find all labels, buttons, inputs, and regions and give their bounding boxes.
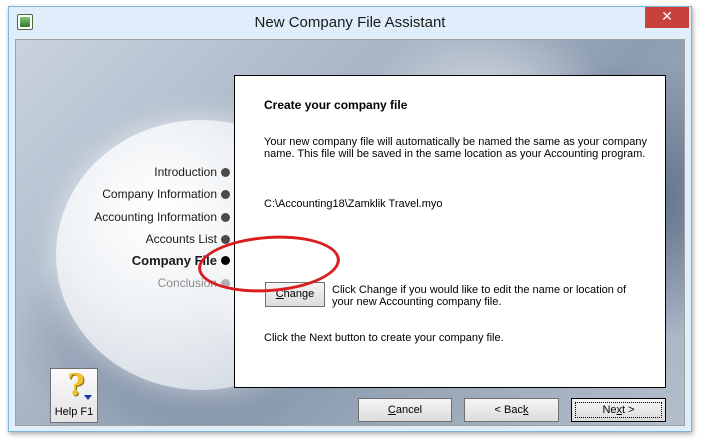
change-label-rest: hange [283, 288, 315, 300]
company-file-path: C:\Accounting18\Zamklik Travel.myo [264, 198, 443, 210]
step-accounts-list: Accounts List [146, 232, 230, 246]
dropdown-arrow-icon [84, 395, 92, 400]
cancel-button[interactable]: Cancel [358, 398, 452, 422]
window-title: New Company File Assistant [254, 14, 446, 31]
step-bullet-icon [221, 212, 230, 222]
wizard-steps: Introduction Company Information Account… [16, 40, 230, 340]
cancel-label-rest: ancel [395, 404, 423, 416]
step-bullet-icon [221, 167, 230, 177]
panel-description: Your new company file will automatically… [264, 136, 647, 160]
step-company-file: Company File [132, 253, 230, 268]
step-introduction: Introduction [154, 165, 230, 179]
step-label: Accounting Information [94, 210, 217, 224]
step-label: Company File [131, 253, 217, 268]
help-button[interactable]: ? Help F1 [50, 368, 98, 423]
step-bullet-icon [221, 234, 230, 244]
step-bullet-icon [221, 189, 230, 199]
panel-heading: Create your company file [264, 98, 408, 112]
back-accel: k [522, 404, 529, 416]
next-instruction: Click the Next button to create your com… [264, 332, 504, 344]
step-bullet-icon [221, 256, 230, 265]
change-accel: C [275, 288, 284, 300]
back-button[interactable]: < Back [464, 398, 559, 422]
cancel-accel: C [387, 404, 396, 416]
change-description: Click Change if you would like to edit t… [332, 284, 627, 308]
assistant-window: New Company File Assistant ✕ Introductio… [8, 6, 692, 432]
close-button[interactable]: ✕ [645, 7, 689, 28]
step-label: Accounts List [145, 232, 217, 246]
back-label-prefix: < Bac [494, 404, 523, 416]
next-button[interactable]: Next > [571, 398, 666, 422]
step-company-information: Company Information [102, 187, 230, 201]
step-bullet-icon [221, 278, 230, 288]
step-conclusion: Conclusion [158, 276, 230, 290]
step-accounting-information: Accounting Information [94, 210, 230, 224]
next-label-rest: t > [622, 404, 635, 416]
content-panel: Create your company file Your new compan… [234, 75, 666, 388]
change-button[interactable]: Change [265, 282, 325, 307]
step-label: Company Information [102, 187, 217, 201]
step-label: Conclusion [157, 276, 217, 290]
title-bar: New Company File Assistant ✕ [9, 7, 691, 38]
help-label: Help F1 [54, 406, 94, 418]
step-label: Introduction [154, 165, 217, 179]
next-label-prefix: Ne [602, 404, 617, 416]
wizard-body: Introduction Company Information Account… [15, 39, 685, 426]
